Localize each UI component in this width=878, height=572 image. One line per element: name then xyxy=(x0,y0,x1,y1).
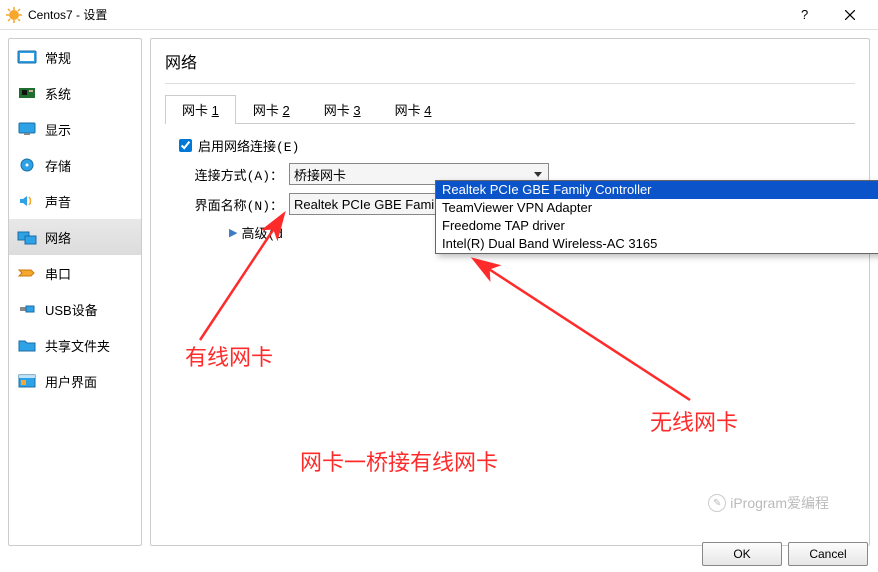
sidebar-item-label: 显示 xyxy=(45,120,71,139)
sidebar-item-label: USB设备 xyxy=(45,300,98,319)
storage-icon xyxy=(17,157,37,173)
attach-value: 桥接网卡 xyxy=(294,165,346,184)
interface-label: 界面名称(N)： xyxy=(179,195,289,214)
sidebar-item-label: 共享文件夹 xyxy=(45,336,110,355)
interface-option-2[interactable]: Freedome TAP driver xyxy=(436,217,878,235)
advanced-label: 高级(d xyxy=(241,223,283,242)
title-bar: Centos7 - 设置 ? xyxy=(0,0,878,30)
sidebar-item-shared[interactable]: 共享文件夹 xyxy=(9,327,141,363)
sidebar-item-storage[interactable]: 存储 xyxy=(9,147,141,183)
system-icon xyxy=(17,85,37,101)
help-button[interactable]: ? xyxy=(784,0,828,30)
dialog-footer: OK Cancel xyxy=(702,542,868,566)
sidebar-item-ui[interactable]: 用户界面 xyxy=(9,363,141,399)
attach-label: 连接方式(A)： xyxy=(179,165,289,184)
sidebar-item-label: 网络 xyxy=(45,228,71,247)
enable-row: 启用网络连接(E) xyxy=(179,136,855,155)
interface-option-1[interactable]: TeamViewer VPN Adapter xyxy=(436,199,878,217)
wechat-icon: ✎ xyxy=(708,494,726,512)
tab-adapter-4[interactable]: 网卡 4 xyxy=(378,95,449,124)
window-title: Centos7 - 设置 xyxy=(28,6,784,23)
sidebar-item-label: 串口 xyxy=(45,264,71,283)
app-icon xyxy=(6,7,22,23)
interface-option-0[interactable]: Realtek PCIe GBE Family Controller xyxy=(436,181,878,199)
network-icon xyxy=(17,229,37,245)
page-title: 网络 xyxy=(165,49,855,73)
ui-icon xyxy=(17,373,37,389)
ok-button[interactable]: OK xyxy=(702,542,782,566)
divider xyxy=(165,83,855,84)
sidebar-item-general[interactable]: 常规 xyxy=(9,39,141,75)
sidebar-item-network[interactable]: 网络 xyxy=(9,219,141,255)
close-button[interactable] xyxy=(828,0,872,30)
adapter-tabs: 网卡 1 网卡 2 网卡 3 网卡 4 xyxy=(165,94,855,124)
sidebar-item-label: 系统 xyxy=(45,84,71,103)
serial-icon xyxy=(17,265,37,281)
svg-text:?: ? xyxy=(801,8,808,22)
triangle-right-icon: ▶ xyxy=(229,226,237,239)
tab-adapter-2[interactable]: 网卡 2 xyxy=(236,95,307,124)
audio-icon xyxy=(17,193,37,209)
interface-option-3[interactable]: Intel(R) Dual Band Wireless-AC 3165 xyxy=(436,235,878,253)
sidebar-item-label: 声音 xyxy=(45,192,71,211)
sidebar-item-label: 用户界面 xyxy=(45,372,97,391)
cancel-button[interactable]: Cancel xyxy=(788,542,868,566)
main-panel: 网络 网卡 1 网卡 2 网卡 3 网卡 4 启用网络连接(E) 连接方式(A)… xyxy=(150,38,870,546)
watermark: ✎ iProgram爱编程 xyxy=(708,493,829,513)
client-area: 常规 系统 显示 存储 声音 网络 串口 USB设备 xyxy=(0,30,878,554)
sidebar-item-display[interactable]: 显示 xyxy=(9,111,141,147)
general-icon xyxy=(17,49,37,65)
tab-adapter-1[interactable]: 网卡 1 xyxy=(165,95,236,124)
enable-network-label: 启用网络连接(E) xyxy=(198,136,299,155)
sidebar-item-label: 常规 xyxy=(45,48,71,67)
sidebar-item-audio[interactable]: 声音 xyxy=(9,183,141,219)
sidebar-item-system[interactable]: 系统 xyxy=(9,75,141,111)
sidebar-item-serial[interactable]: 串口 xyxy=(9,255,141,291)
usb-icon xyxy=(17,301,37,317)
folder-icon xyxy=(17,337,37,353)
interface-dropdown: Realtek PCIe GBE Family Controller TeamV… xyxy=(435,180,878,254)
settings-sidebar: 常规 系统 显示 存储 声音 网络 串口 USB设备 xyxy=(8,38,142,546)
tab-adapter-3[interactable]: 网卡 3 xyxy=(307,95,378,124)
sidebar-item-label: 存储 xyxy=(45,156,71,175)
sidebar-item-usb[interactable]: USB设备 xyxy=(9,291,141,327)
display-icon xyxy=(17,121,37,137)
enable-network-checkbox[interactable] xyxy=(179,139,192,152)
